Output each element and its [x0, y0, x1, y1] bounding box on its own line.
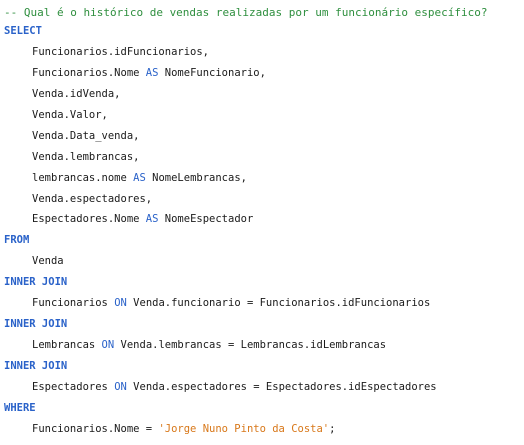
code-line-select-item: Venda.lembrancas,	[0, 147, 524, 168]
keyword-select: SELECT	[4, 25, 42, 37]
keyword-as: AS	[145, 66, 159, 79]
keyword-as: AS	[133, 171, 146, 184]
keyword-inner-join: INNER JOIN	[4, 318, 68, 331]
keyword-on: ON	[101, 339, 115, 352]
code-line-join: INNER JOIN	[0, 314, 524, 335]
code-line-join-condition: Espectadores ON Venda.espectadores = Esp…	[0, 377, 524, 398]
where-column: Funcionarios.Nome =	[32, 422, 153, 435]
code-line-join: INNER JOIN	[0, 356, 524, 377]
where-string-literal: 'Jorge Nuno Pinto da Costa'	[158, 422, 330, 435]
join-table: Funcionarios	[32, 297, 108, 310]
code-line-join: INNER JOIN	[0, 272, 524, 293]
select-item: Venda.Data_venda,	[32, 129, 140, 142]
code-line-join-condition: Lembrancas ON Venda.lembrancas = Lembran…	[0, 335, 524, 356]
code-line-select-item: Venda.espectadores,	[0, 189, 524, 210]
alias: NomeLembrancas,	[152, 171, 247, 184]
keyword-inner-join: INNER JOIN	[4, 360, 68, 372]
join-condition: Venda.funcionario = Funcionarios.idFunci…	[133, 297, 431, 310]
code-line-select-item: Espectadores.Nome AS NomeEspectador	[0, 209, 524, 230]
code-line-select: SELECT	[0, 21, 524, 42]
select-item: Venda.Valor,	[32, 108, 108, 121]
join-condition: Venda.lembrancas = Lembrancas.idLembranc…	[120, 339, 387, 352]
code-line-join-condition: Funcionarios ON Venda.funcionario = Func…	[0, 293, 524, 314]
select-item: Espectadores.Nome	[32, 213, 140, 226]
code-line-where-condition: Funcionarios.Nome = 'Jorge Nuno Pinto da…	[0, 419, 524, 440]
select-item: lembrancas.nome	[32, 171, 127, 184]
code-line-select-item: Venda.Data_venda,	[0, 126, 524, 147]
select-item: Funcionarios.idFuncionarios,	[32, 45, 210, 58]
code-line-select-item: Venda.idVenda,	[0, 84, 524, 105]
keyword-inner-join: INNER JOIN	[4, 276, 68, 289]
keyword-on: ON	[114, 297, 127, 310]
select-item: Venda.lembrancas,	[32, 150, 140, 163]
sql-comment: -- Qual é o histórico de vendas realizad…	[4, 6, 488, 19]
code-line-comment: -- Qual é o histórico de vendas realizad…	[0, 5, 524, 21]
select-item: Venda.idVenda,	[32, 87, 121, 100]
alias: NomeEspectador	[164, 213, 254, 226]
from-table: Venda	[32, 255, 64, 268]
code-line-select-item: Funcionarios.Nome AS NomeFuncionario,	[0, 63, 524, 84]
keyword-where: WHERE	[4, 401, 36, 414]
code-line-select-item: lembrancas.nome AS NomeLembrancas,	[0, 168, 524, 189]
join-condition: Venda.espectadores = Espectadores.idEspe…	[133, 380, 437, 393]
join-table: Espectadores	[32, 380, 108, 393]
select-item: Venda.espectadores,	[32, 192, 153, 205]
join-table: Lembrancas	[32, 339, 96, 352]
sql-editor[interactable]: -- Qual é o histórico de vendas realizad…	[0, 0, 524, 445]
keyword-as: AS	[145, 213, 159, 226]
code-line-from: FROM	[0, 230, 524, 251]
code-line-from-table: Venda	[0, 251, 524, 272]
code-line-select-item: Funcionarios.idFuncionarios,	[0, 42, 524, 63]
code-line-where: WHERE	[0, 398, 524, 419]
statement-terminator: ;	[329, 422, 336, 435]
code-line-select-item: Venda.Valor,	[0, 105, 524, 126]
select-item: Funcionarios.Nome	[32, 66, 140, 79]
alias: NomeFuncionario,	[164, 66, 266, 79]
keyword-from: FROM	[4, 234, 30, 247]
keyword-on: ON	[114, 380, 127, 393]
